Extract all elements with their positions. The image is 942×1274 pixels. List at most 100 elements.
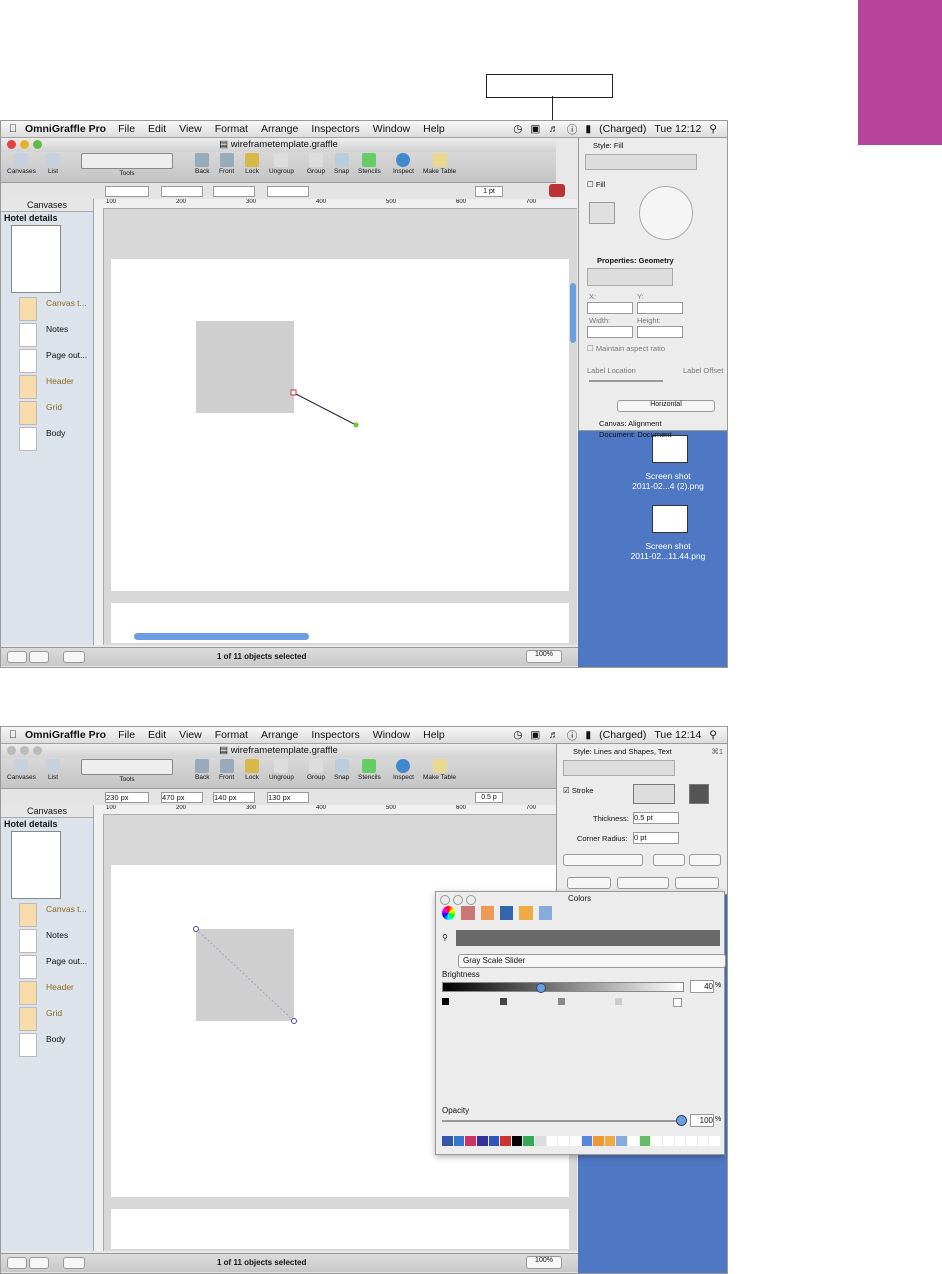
make-table-button[interactable]: Make Table [423, 153, 456, 175]
layer-notes[interactable]: Notes [1, 321, 93, 347]
stencils-button[interactable]: Stencils [358, 759, 381, 781]
front-button[interactable]: Front [219, 759, 234, 781]
sync-icon[interactable]: ⓘ [567, 122, 578, 137]
crayons-icon[interactable] [519, 906, 533, 920]
fill-checkbox[interactable]: ☐ Fill [587, 180, 605, 189]
line-start-handle[interactable] [193, 926, 199, 932]
close-button[interactable] [7, 746, 16, 755]
display-icon[interactable]: ▣ [530, 729, 540, 741]
magnet-icon[interactable] [549, 184, 565, 197]
spotlight-icon[interactable]: ⚲ [709, 123, 717, 135]
back-button[interactable]: Back [195, 759, 209, 781]
brightness-field[interactable]: 40 [690, 980, 714, 993]
height-input[interactable] [637, 326, 683, 338]
color-palettes-icon[interactable] [480, 906, 494, 920]
gear-icon[interactable] [63, 651, 85, 663]
layer-canvas-title[interactable]: Canvas t... [1, 901, 93, 927]
stroke-color-well[interactable] [689, 784, 709, 804]
brightness-knob[interactable] [536, 983, 546, 993]
file-name-1[interactable]: Screen shot 2011-02...4 (2).png [618, 471, 718, 491]
swatch-light-gray[interactable] [615, 998, 623, 1005]
front-button[interactable]: Front [219, 153, 234, 175]
style-lines-title[interactable]: Style: Lines and Shapes, Text [573, 747, 672, 756]
menu-edit[interactable]: Edit [148, 123, 166, 135]
layer-header[interactable]: Header [1, 979, 93, 1005]
canvas-page-2[interactable] [111, 1209, 569, 1249]
layer-notes[interactable]: Notes [1, 927, 93, 953]
tools-group[interactable]: Tools [81, 759, 173, 783]
orientation-popup[interactable]: Horizontal [617, 400, 715, 412]
arrow-head-popup[interactable] [689, 854, 721, 866]
document-section[interactable]: Document: Document [599, 430, 672, 439]
line-width-field[interactable]: 0.5 p [475, 792, 503, 803]
list-button[interactable]: List [46, 759, 60, 781]
file-thumbnail-2[interactable] [652, 505, 688, 533]
y-field[interactable]: 470 px [161, 792, 203, 803]
clock[interactable]: Tue 12:14 [654, 729, 701, 741]
corner-radius-field[interactable]: 0 pt [633, 832, 679, 844]
sidebar-header[interactable]: Canvases [1, 805, 93, 818]
battery-status[interactable]: (Charged) [599, 123, 646, 135]
menu-help[interactable]: Help [423, 729, 445, 741]
time-machine-icon[interactable]: ◷ [513, 729, 522, 741]
minimize-button[interactable] [20, 746, 29, 755]
color-mode-tabs[interactable] [442, 906, 552, 922]
colors-minimize-button[interactable] [453, 895, 463, 905]
inspector-tabs[interactable] [563, 760, 675, 776]
battery-icon[interactable]: ▮ [585, 729, 591, 741]
menu-file[interactable]: File [118, 729, 135, 741]
layer-header[interactable]: Header [1, 373, 93, 399]
opacity-field[interactable]: 100 [690, 1114, 714, 1127]
colors-close-button[interactable] [440, 895, 450, 905]
swatch-gray[interactable] [557, 998, 565, 1005]
sync-icon[interactable]: ⓘ [567, 728, 578, 743]
minimize-button[interactable] [20, 140, 29, 149]
brightness-slider[interactable] [442, 982, 684, 992]
menu-window[interactable]: Window [373, 123, 410, 135]
apple-icon[interactable]:  [1, 123, 25, 135]
swatch-dark-gray[interactable] [499, 998, 507, 1005]
zoom-button[interactable] [33, 746, 42, 755]
menu-arrange[interactable]: Arrange [261, 123, 298, 135]
add-canvas-button[interactable] [7, 651, 27, 663]
lock-button[interactable]: Lock [245, 153, 259, 175]
menu-arrange[interactable]: Arrange [261, 729, 298, 741]
width-field[interactable] [213, 186, 255, 197]
zoom-menu[interactable]: 100% [526, 1256, 562, 1269]
properties-title[interactable]: Properties: Geometry [597, 256, 674, 265]
menu-window[interactable]: Window [373, 729, 410, 741]
swatch-black[interactable] [442, 998, 449, 1005]
selected-line[interactable] [290, 389, 360, 429]
canvases-button[interactable]: Canvases [7, 153, 36, 175]
layer-body[interactable]: Body [1, 1031, 93, 1057]
canvas-thumbnail[interactable] [11, 225, 61, 293]
opacity-knob[interactable] [676, 1115, 687, 1126]
current-color-well[interactable] [456, 930, 720, 946]
spotlight-icon[interactable]: ⚲ [709, 729, 717, 741]
vertical-scrollbar[interactable] [570, 283, 576, 343]
label-location-slider[interactable] [589, 380, 663, 382]
width-field[interactable]: 140 px [213, 792, 255, 803]
layer-canvas-title[interactable]: Canvas t... [1, 295, 93, 321]
volume-icon[interactable]: ♬ [548, 729, 559, 741]
color-wheel-icon[interactable] [442, 906, 456, 920]
width-input[interactable] [587, 326, 633, 338]
x-field[interactable]: 230 px [105, 792, 149, 803]
add-canvas-button[interactable] [7, 1257, 27, 1269]
back-button[interactable]: Back [195, 153, 209, 175]
color-swatch-row[interactable] [442, 1136, 720, 1146]
corner-style-buttons[interactable] [633, 784, 675, 804]
x-input[interactable] [587, 302, 633, 314]
apple-icon[interactable]:  [1, 729, 25, 741]
color-sliders-icon[interactable] [461, 906, 475, 920]
menu-inspectors[interactable]: Inspectors [311, 123, 359, 135]
style-fill-title[interactable]: Style: Fill [593, 141, 623, 150]
menu-edit[interactable]: Edit [148, 729, 166, 741]
stencils-button[interactable]: Stencils [358, 153, 381, 175]
canvas[interactable]: 100 200 300 400 500 600 700 [94, 199, 577, 645]
zoom-menu[interactable]: 100% [526, 650, 562, 663]
line-end-handle[interactable] [291, 1018, 297, 1024]
group-button[interactable]: Group [307, 759, 325, 781]
stroke-checkbox[interactable]: ☑ Stroke [563, 786, 594, 795]
sidebar-header[interactable]: Canvases [1, 199, 93, 212]
